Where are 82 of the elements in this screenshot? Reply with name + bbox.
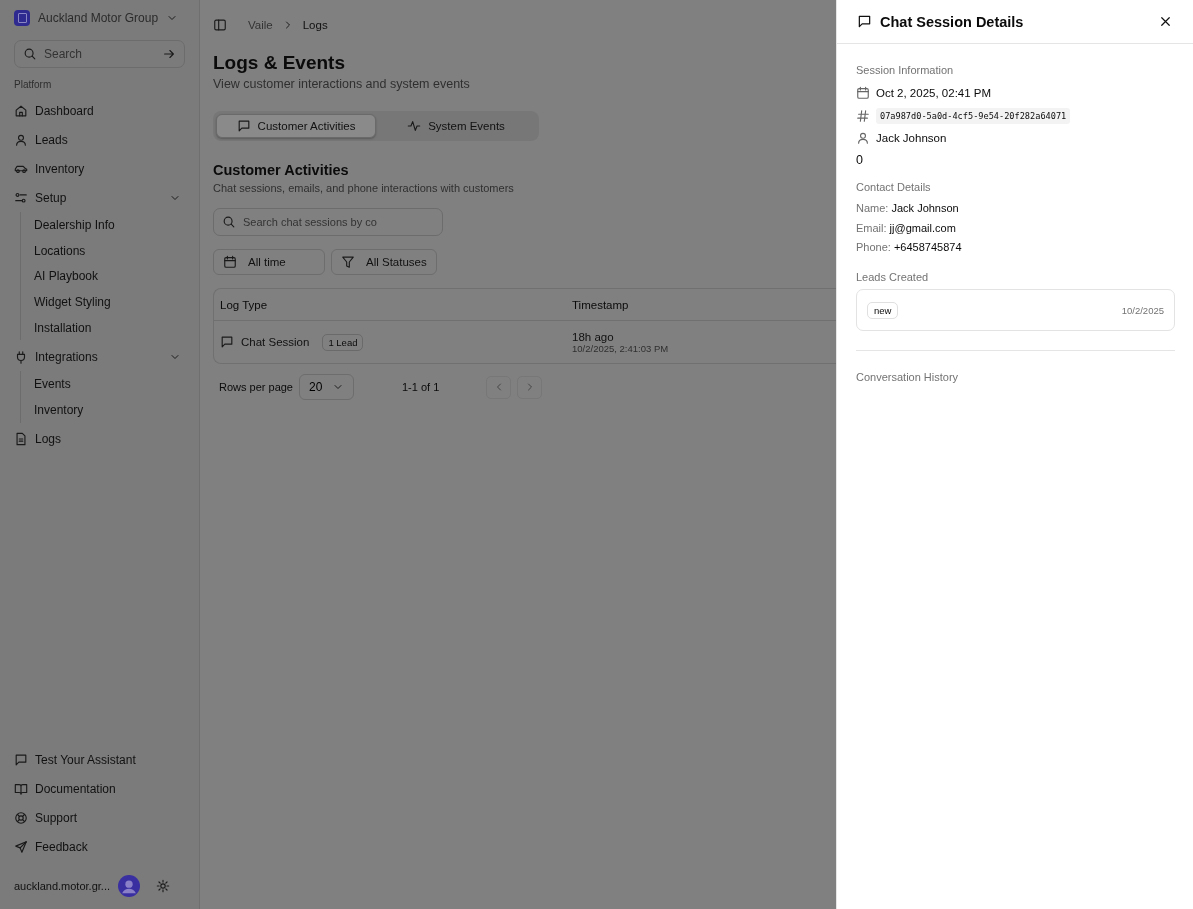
session-id: 07a987d0-5a0d-4cf5-9e54-20f282a64071 (876, 107, 1071, 124)
session-value: 0 (856, 152, 864, 167)
section-heading: Session Information (856, 64, 955, 76)
contact-field: Phone: +6458745874 (856, 237, 1175, 257)
sidebar-subitem[interactable]: Inventory (34, 397, 185, 423)
contact-field: Email: jj@gmail.com (856, 218, 1175, 238)
breadcrumb-current: Logs (302, 19, 328, 31)
filter-icon (341, 255, 355, 269)
contact-field: Name: Jack Johnson (856, 198, 1175, 218)
tab[interactable]: System Events (376, 114, 536, 138)
lead-date: 10/2/2025 (1121, 304, 1164, 316)
page-title: Logs & Events (213, 51, 345, 75)
chat-icon (236, 119, 251, 133)
sidebar-subitem[interactable]: Widget Styling (34, 289, 185, 315)
sidebar-link[interactable]: Support (14, 803, 185, 832)
log-type: Chat Session (241, 336, 310, 348)
tab[interactable]: Customer Activities (216, 114, 376, 138)
lifebuoy-icon (14, 810, 28, 825)
hash-icon (856, 108, 870, 123)
search-icon (222, 215, 236, 229)
activity-icon (407, 119, 422, 133)
search-field[interactable]: Search chat sessions by co (213, 208, 443, 236)
sidebar-link[interactable]: Test Your Assistant (14, 745, 185, 774)
date-filter-button[interactable]: All time (213, 249, 325, 275)
lead-card[interactable]: new 10/2/2025 (856, 289, 1175, 331)
sidebar-toggle-icon[interactable] (213, 18, 227, 32)
column-header: Log Type (219, 298, 269, 311)
chat-icon (14, 752, 28, 767)
section-heading: Contact Details (856, 180, 932, 193)
avatar-icon[interactable] (118, 875, 140, 897)
sidebar-item[interactable]: Integrations (14, 342, 185, 372)
section-heading: Conversation History (856, 371, 960, 383)
timestamp: 10/2/2025, 2:41:03 PM (572, 342, 670, 354)
search-icon (23, 47, 37, 61)
page-range: 1-1 of 1 (402, 381, 440, 393)
user-name: auckland.motor.gr... (14, 880, 110, 892)
user-icon (856, 131, 870, 146)
lead-count-badge: 1 Lead (322, 333, 364, 351)
sun-icon[interactable] (156, 879, 170, 893)
drawer-title: Chat Session Details (880, 13, 1025, 30)
calendar-icon (223, 255, 237, 269)
chat-icon (220, 335, 234, 349)
file-icon (14, 432, 28, 447)
search-field[interactable]: Search (14, 40, 185, 68)
nav-section-label: Platform (14, 79, 53, 90)
sidebar-item[interactable]: Leads (14, 125, 185, 154)
rows-per-page-select[interactable]: 20 (299, 374, 354, 400)
customer-name: Jack Johnson (876, 132, 947, 145)
plug-icon (14, 349, 28, 364)
sidebar-item[interactable]: Dashboard (14, 96, 185, 125)
breadcrumb-link[interactable]: Vaile (248, 19, 273, 31)
sidebar-subitem[interactable]: Events (34, 371, 185, 398)
arrow-right-icon (162, 47, 176, 61)
session-date: Oct 2, 2025, 02:41 PM (876, 87, 992, 100)
org-logo-icon (14, 10, 30, 26)
sidebar-link[interactable]: Feedback (14, 832, 185, 861)
column-header: Timestamp (571, 298, 630, 311)
calendar-icon (856, 86, 870, 101)
sidebar-subitem[interactable]: AI Playbook (34, 263, 185, 290)
sidebar-subitem[interactable]: Installation (34, 314, 185, 341)
chat-icon (857, 14, 872, 29)
home-icon (14, 103, 28, 118)
page-subtitle: View customer interactions and system events (213, 77, 470, 91)
section-subtitle: Chat sessions, emails, and phone interactions with customers (213, 182, 514, 194)
lead-status-badge: new (867, 301, 899, 319)
user-icon (14, 132, 28, 147)
sidebar-item[interactable]: Setup (14, 183, 185, 212)
sidebar-subitem[interactable]: Dealership Info (34, 212, 185, 238)
close-button[interactable] (1158, 14, 1173, 29)
relative-time: 18h ago (572, 330, 615, 343)
book-icon (14, 781, 28, 796)
section-title: Customer Activities (213, 162, 349, 178)
status-filter-button[interactable]: All Statuses (331, 249, 437, 275)
sidebar-item[interactable]: Logs (14, 424, 185, 454)
sidebar-subitem[interactable]: Locations (34, 237, 185, 264)
section-heading: Leads Created (856, 271, 930, 283)
send-icon (14, 839, 28, 854)
org-name[interactable]: Auckland Motor Group (38, 11, 159, 25)
sliders-icon (14, 190, 28, 205)
sidebar-link[interactable]: Documentation (14, 774, 185, 803)
sidebar-item[interactable]: Inventory (14, 154, 185, 183)
rows-per-page-label: Rows per page (219, 381, 293, 393)
